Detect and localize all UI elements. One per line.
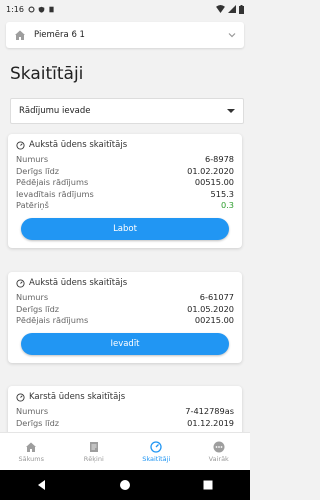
consumption-value: 0.3 [220,200,234,211]
row-label: Ievadītais rādījums [16,188,94,199]
meter-card-title-text: Aukstā ūdens skaitītājs [29,140,128,150]
meter-row: Pēdējais rādījums 00515.00 [16,177,234,189]
row-value: 7-412789as [185,406,234,416]
meter-row: Derīgs līdz 01.02.2020 [16,166,234,178]
row-label: Pēdējais rādījums [16,177,89,188]
meter-row: Patēriņš 0.3 [16,200,234,212]
row-label: Derīgs līdz [16,303,60,314]
nav-item-meters[interactable]: Skaitītāji [131,440,181,463]
bottom-nav: Sākums Rēķini Skaitītāji Vairāk [0,432,250,470]
nav-label: Rēķini [83,454,104,463]
meter-row: Derīgs līdz 01.12.2019 [16,418,234,430]
nav-label: Skaitītāji [142,454,171,463]
meter-row: Numurs 6-61077 [16,292,234,304]
meter-icon [16,392,25,402]
meter-card: Aukstā ūdens skaitītājs Numurs 6-61077 De… [8,272,242,363]
more-icon [213,441,225,452]
meter-row: Pēdējais rādījums 00215.00 [16,315,234,327]
meter-icon [16,278,25,288]
nav-item-home[interactable]: Sākums [6,441,56,463]
row-label: Numurs [16,154,49,164]
home-icon [26,442,37,452]
status-bar: 1:16 [0,0,250,18]
mode-select[interactable]: Rādījumu ievade [10,98,244,124]
recents-icon[interactable] [202,479,214,491]
shield-icon [38,6,45,13]
row-label: Derīgs līdz [16,417,60,428]
back-icon[interactable] [36,479,48,491]
meter-card: Aukstā ūdens skaitītājs Numurs 6-8978 Der… [8,134,242,248]
row-value: 01.05.2020 [187,303,234,314]
edit-reading-button[interactable]: Labot [21,217,229,240]
meter-row: Ievadītais rādījums 515.3 [16,189,234,201]
row-value: 01.12.2019 [187,417,234,428]
invoice-icon [89,441,98,452]
wifi-icon [216,5,225,13]
system-nav-bar [0,470,250,500]
nav-label: Sākums [18,454,44,463]
row-label: Numurs [16,292,49,302]
property-select-value: Piemēra 6 1 [34,30,85,40]
meter-card-title-text: Aukstā ūdens skaitītājs [29,278,128,288]
nav-item-more[interactable]: Vairāk [194,441,244,463]
row-value: 515.3 [210,188,234,199]
page-title: Skaitītāji [10,64,84,84]
meter-icon [150,440,162,453]
settings-icon [28,5,35,13]
meter-card-title: Aukstā ūdens skaitītājs [16,140,234,150]
status-time: 1:16 [6,4,24,14]
row-value: 00215.00 [194,315,234,326]
row-value: 6-61077 [199,292,234,302]
meter-icon [16,140,25,150]
meter-card-title: Karstā ūdens skaitītājs [16,392,234,402]
nav-item-invoices[interactable]: Rēķini [69,441,119,463]
row-label: Patēriņš [16,200,49,211]
battery-icon [239,4,244,14]
row-label: Pēdējais rādījums [16,315,89,326]
row-value: 00515.00 [194,177,234,188]
meter-card-title-text: Karstā ūdens skaitītājs [29,392,126,402]
sim-icon [49,6,54,12]
property-select[interactable]: Piemēra 6 1 [6,22,244,48]
row-label: Derīgs līdz [16,165,60,176]
meter-row: Numurs 7-412789as [16,406,234,418]
enter-reading-button[interactable]: Ievadīt [21,332,229,355]
home-button-icon[interactable] [119,479,131,491]
meter-row: Numurs 6-8978 [16,154,234,166]
chevron-down-icon [228,33,236,38]
meter-row: Derīgs līdz 01.05.2020 [16,304,234,316]
row-value: 01.02.2020 [187,165,234,176]
signal-icon [228,5,236,13]
meter-card-title: Aukstā ūdens skaitītājs [16,278,234,288]
mode-select-value: Rādījumu ievade [19,106,91,116]
nav-label: Vairāk [208,454,229,463]
row-label: Numurs [16,406,49,416]
home-icon [15,30,25,40]
dropdown-caret-icon [227,109,235,113]
row-value: 6-8978 [204,154,234,164]
